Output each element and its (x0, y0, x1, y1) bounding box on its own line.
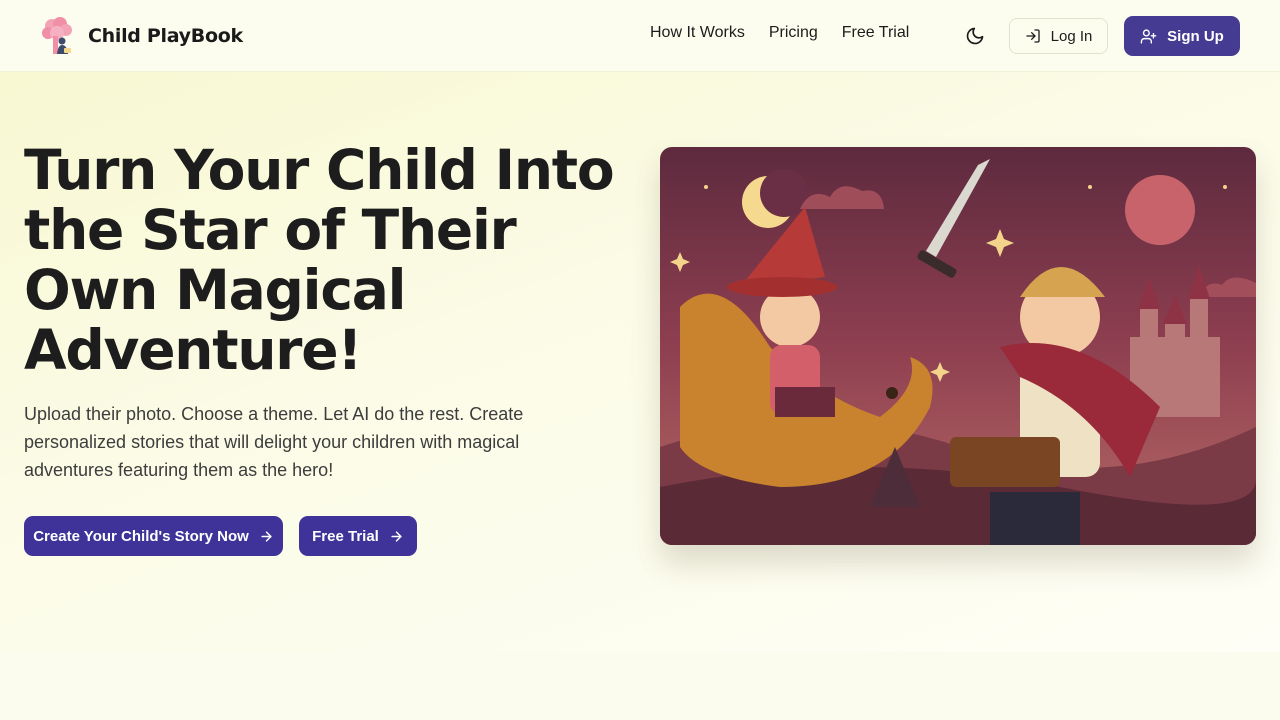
arrow-right-icon (391, 530, 402, 542)
login-icon (1025, 29, 1040, 43)
nav-pricing[interactable]: Pricing (769, 24, 818, 42)
bottom-band (0, 652, 1280, 720)
arrow-right-icon (261, 530, 272, 542)
fantasy-scene-image (660, 147, 1256, 545)
tree-child-icon (42, 17, 72, 54)
create-story-button[interactable]: Create Your Child's Story Now (24, 516, 283, 556)
hero-title: Turn Your Child Into the Star of Their O… (24, 138, 615, 382)
storybook-illustration (660, 147, 1256, 545)
signup-button[interactable]: Sign Up (1124, 16, 1240, 56)
brand-name: Child PlayBook (88, 25, 243, 47)
login-label: Log In (1050, 27, 1093, 45)
hero-section: Turn Your Child Into the Star of Their O… (0, 72, 1280, 652)
free-trial-button[interactable]: Free Trial (299, 516, 417, 556)
nav-how-it-works[interactable]: How It Works (650, 24, 745, 42)
login-button[interactable]: Log In (1009, 18, 1108, 54)
site-header: Child PlayBook How It Works Pricing Free… (0, 0, 1280, 72)
hero-subtitle: Upload their photo. Choose a theme. Let … (24, 404, 524, 480)
nav-free-trial[interactable]: Free Trial (842, 24, 910, 42)
logo[interactable]: Child PlayBook (40, 16, 243, 56)
create-story-label: Create Your Child's Story Now (33, 527, 249, 545)
free-trial-label: Free Trial (312, 527, 379, 545)
moon-icon (966, 27, 984, 45)
theme-toggle-button[interactable] (962, 23, 988, 49)
signup-label: Sign Up (1167, 27, 1224, 45)
main-nav: How It Works Pricing Free Trial (650, 24, 909, 42)
user-plus-icon (1140, 28, 1157, 44)
